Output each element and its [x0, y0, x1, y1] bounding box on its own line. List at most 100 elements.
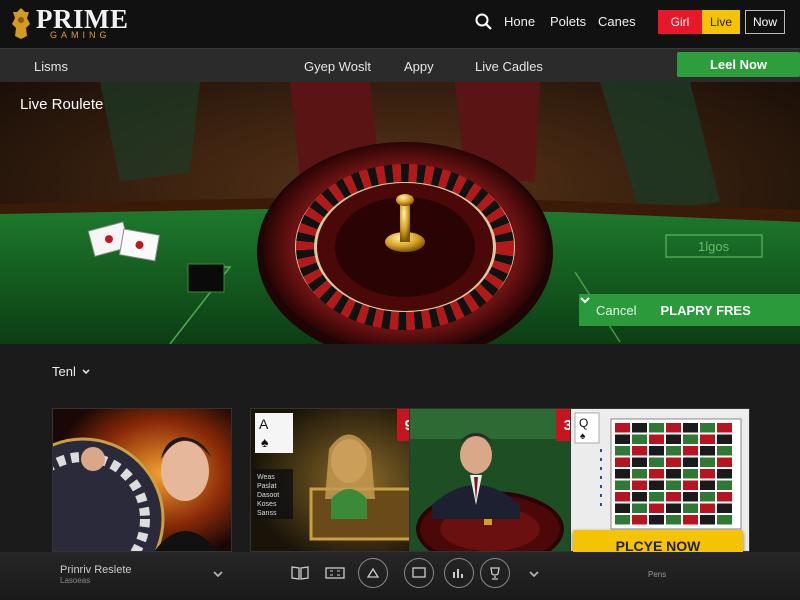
tag-girl-button[interactable]: Girl	[658, 10, 702, 34]
chevron-down-icon	[82, 368, 90, 374]
chips-icon[interactable]	[358, 558, 388, 588]
subnav-item-appy[interactable]: Appy	[404, 59, 434, 74]
betting-cell	[615, 423, 630, 433]
betting-cell	[666, 515, 681, 525]
betting-cell	[615, 503, 630, 513]
svg-text:♠: ♠	[261, 434, 269, 450]
nav-home[interactable]: Hone	[504, 14, 535, 29]
subnav-item-live-cadles[interactable]: Live Cadles	[475, 59, 543, 74]
betting-cell	[632, 492, 647, 502]
chevron-down-icon[interactable]	[528, 568, 540, 580]
hero-title: Live Roulete	[20, 96, 104, 113]
chevron-down-icon[interactable]	[579, 294, 591, 306]
filter-label: Tenl	[52, 364, 76, 379]
betting-cell	[683, 503, 698, 513]
game-card-live-roulette[interactable]: 33	[409, 408, 589, 552]
stats-icon[interactable]	[444, 558, 474, 588]
betting-cell	[649, 423, 664, 433]
betting-cell	[700, 503, 715, 513]
game-card-roulette-host[interactable]	[52, 408, 232, 552]
table-sign-text: 1lgos	[698, 239, 730, 254]
leel-now-button[interactable]: Leel Now	[677, 52, 800, 77]
book-icon[interactable]	[289, 562, 311, 584]
trophy-icon[interactable]	[480, 558, 510, 588]
betting-cell	[683, 515, 698, 525]
svg-text:A: A	[259, 416, 269, 432]
betting-cell	[717, 446, 732, 456]
hero-banner: 1lgos Live Roulete Cancel PLAPRY FRES	[0, 82, 800, 344]
betting-cell	[615, 515, 630, 525]
bottom-toolbar: Prinriv Reslete Lasoeas	[0, 552, 800, 600]
betting-cell	[649, 446, 664, 456]
betting-cell	[683, 492, 698, 502]
logo[interactable]: PRIME GAMING	[10, 6, 129, 40]
betting-cell	[700, 469, 715, 479]
dealer-panel-line: Koses	[257, 501, 277, 508]
screen-icon[interactable]	[404, 558, 434, 588]
betting-cell	[632, 515, 647, 525]
betting-cell	[649, 469, 664, 479]
search-icon[interactable]	[474, 12, 494, 32]
game-title: Prinriv Reslete	[60, 564, 132, 576]
nav-polets[interactable]: Polets	[550, 14, 586, 29]
betting-cell	[700, 457, 715, 467]
betting-cell	[615, 492, 630, 502]
play-free-button[interactable]: PLAPRY FRES	[660, 303, 750, 318]
lion-crest-icon	[12, 8, 30, 39]
betting-cell	[717, 515, 732, 525]
betting-cell	[632, 480, 647, 490]
betting-cell	[717, 469, 732, 479]
betting-cell	[717, 423, 732, 433]
betting-cell	[615, 457, 630, 467]
dealer-panel-line: Dasoot	[257, 492, 280, 499]
betting-cell	[700, 492, 715, 502]
betting-cell	[700, 515, 715, 525]
dealer-panel-line: Weas	[257, 474, 275, 481]
betting-cell	[700, 480, 715, 490]
tag-now-button[interactable]: Now	[745, 10, 785, 34]
betting-cell	[649, 480, 664, 490]
betting-cell	[615, 446, 630, 456]
betting-cell	[666, 446, 681, 456]
betting-cell	[700, 446, 715, 456]
betting-cell	[717, 457, 732, 467]
betting-cell	[666, 480, 681, 490]
betting-cell	[632, 469, 647, 479]
chevron-down-icon[interactable]	[212, 568, 224, 580]
game-card-blackjack[interactable]: A ♠ Weas Paslat Dasoot Koses Sanss 90	[250, 408, 430, 552]
betting-cell	[700, 434, 715, 444]
cancel-button[interactable]: Cancel	[596, 303, 636, 318]
betting-cell	[649, 503, 664, 513]
filter-dropdown[interactable]: Tenl	[52, 364, 91, 379]
betting-cell	[717, 480, 732, 490]
betting-cell	[632, 457, 647, 467]
betting-cell	[717, 503, 732, 513]
betting-cell	[700, 423, 715, 433]
tag-live-button[interactable]: Live	[702, 10, 740, 34]
dealer-panel: Weas Paslat Dasoot Koses Sanss	[257, 473, 279, 518]
betting-cell	[666, 457, 681, 467]
dealer-panel-line: Sanss	[257, 510, 277, 517]
betting-cell	[649, 434, 664, 444]
nav-games[interactable]: Canes	[598, 14, 636, 29]
betting-cell	[615, 434, 630, 444]
betting-cell	[666, 469, 681, 479]
betting-cell	[632, 434, 647, 444]
betting-cell	[717, 492, 732, 502]
scoreboard-icon[interactable]	[324, 562, 346, 584]
betting-cell	[666, 423, 681, 433]
betting-cell	[615, 480, 630, 490]
betting-cell	[632, 446, 647, 456]
brand-name: PRIME	[36, 4, 129, 34]
betting-cell	[683, 434, 698, 444]
game-subtitle: Lasoeas	[60, 576, 91, 585]
betting-cell	[649, 515, 664, 525]
subnav-item-gyep-woslt[interactable]: Gyep Woslt	[304, 59, 371, 74]
betting-cell	[683, 469, 698, 479]
betting-cell	[632, 503, 647, 513]
betting-cell	[683, 423, 698, 433]
subnav-item-lisms[interactable]: Lisms	[34, 59, 68, 74]
hero-control-bar: Cancel PLAPRY FRES	[579, 294, 800, 326]
top-bar: PRIME GAMING Hone Polets Canes Girl Live…	[0, 0, 800, 48]
card-artwork	[53, 409, 231, 551]
